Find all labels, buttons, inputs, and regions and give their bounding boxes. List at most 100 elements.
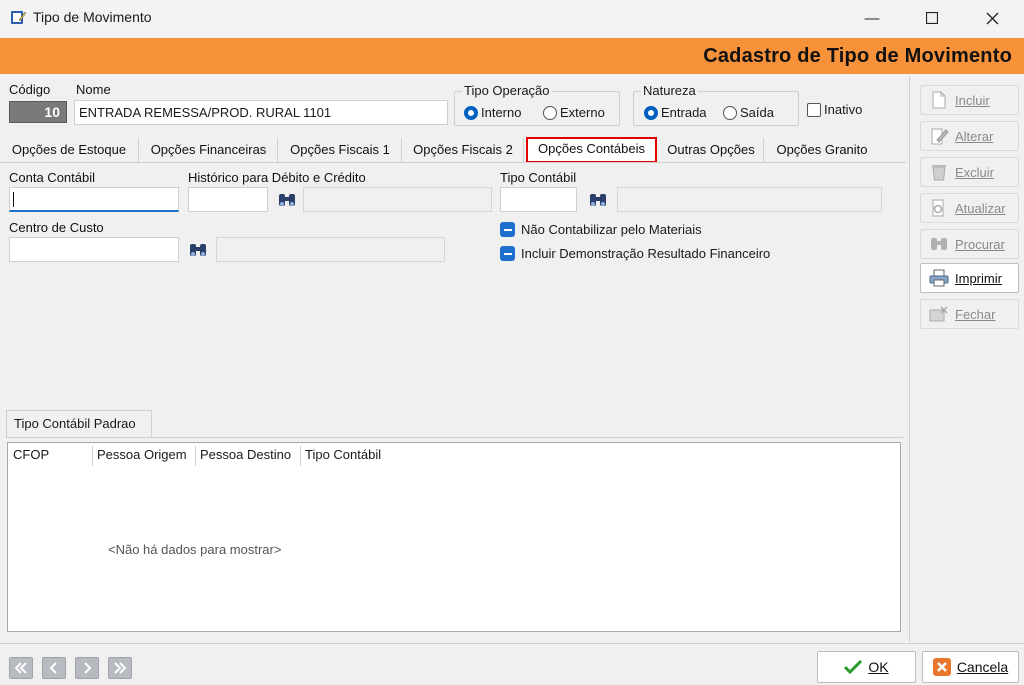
centro-custo-input[interactable] bbox=[9, 237, 179, 262]
natureza-title: Natureza bbox=[641, 83, 698, 98]
imprimir-button[interactable]: Imprimir bbox=[920, 263, 1019, 293]
incluir-demonstracao-checkbox[interactable]: Incluir Demonstração Resultado Financeir… bbox=[500, 246, 770, 261]
window-title: Tipo de Movimento bbox=[33, 9, 152, 25]
atualizar-label: Atualizar bbox=[955, 200, 1006, 216]
tab-divider bbox=[0, 162, 906, 163]
next-record-icon bbox=[84, 662, 92, 674]
tipo-contabil-code-input[interactable] bbox=[500, 187, 577, 212]
tab-opcoes-estoque[interactable]: Opções de Estoque bbox=[0, 138, 139, 162]
radio-entrada-label: Entrada bbox=[661, 105, 707, 120]
minimize-button[interactable]: — bbox=[842, 0, 902, 36]
tab-outras-opcoes[interactable]: Outras Opções bbox=[659, 138, 764, 162]
incluir-label: Incluir bbox=[955, 92, 990, 108]
ok-label: OK bbox=[868, 659, 889, 675]
fechar-label: Fechar bbox=[955, 306, 996, 322]
maximize-button[interactable] bbox=[902, 0, 962, 36]
grid-tab-tipo-contabil-padrao[interactable]: Tipo Contábil Padrao bbox=[6, 410, 152, 438]
form-title: Cadastro de Tipo de Movimento bbox=[703, 45, 1012, 67]
incluir-demonstracao-label: Incluir Demonstração Resultado Financeir… bbox=[521, 246, 771, 261]
maximize-icon bbox=[926, 12, 938, 24]
checkmark-icon bbox=[844, 660, 863, 674]
binoculars-icon[interactable] bbox=[277, 191, 297, 209]
data-grid[interactable] bbox=[7, 442, 901, 632]
nao-contabilizar-label: Não Contabilizar pelo Materiais bbox=[521, 222, 702, 237]
radio-externo[interactable]: Externo bbox=[543, 105, 605, 120]
column-header-pessoa-destino[interactable]: Pessoa Destino bbox=[196, 446, 301, 466]
minimize-icon: — bbox=[864, 9, 880, 27]
inativo-checkbox[interactable]: Inativo bbox=[807, 102, 862, 117]
binoculars-icon[interactable] bbox=[588, 191, 608, 209]
radio-externo-indicator bbox=[543, 105, 557, 120]
tab-opcoes-contabeis[interactable]: Opções Contábeis bbox=[526, 137, 657, 163]
first-record-button[interactable] bbox=[9, 657, 33, 679]
codigo-label: Código bbox=[9, 82, 51, 97]
column-header-cfop[interactable]: CFOP bbox=[9, 446, 93, 466]
close-icon bbox=[986, 12, 998, 24]
tab-opcoes-granito[interactable]: Opções Granito bbox=[765, 138, 879, 162]
procurar-button[interactable]: Procurar bbox=[920, 229, 1019, 259]
historico-label: Histórico para Débito e Crédito bbox=[188, 170, 366, 185]
radio-interno[interactable]: Interno bbox=[464, 105, 521, 120]
refresh-document-icon bbox=[932, 199, 944, 217]
radio-saida[interactable]: Saída bbox=[723, 105, 774, 120]
radio-entrada-indicator bbox=[644, 105, 658, 120]
alterar-label: Alterar bbox=[955, 128, 994, 144]
radio-saida-label: Saída bbox=[740, 105, 774, 120]
alterar-button[interactable]: Alterar bbox=[920, 121, 1019, 151]
codigo-field[interactable]: 10 bbox=[9, 101, 67, 123]
next-record-button[interactable] bbox=[75, 657, 99, 679]
tab-opcoes-financeiras[interactable]: Opções Financeiras bbox=[140, 138, 278, 162]
inativo-checkbox-box bbox=[807, 102, 821, 117]
tipo-operacao-title: Tipo Operação bbox=[462, 83, 552, 98]
cancel-label: Cancela bbox=[956, 659, 1009, 675]
nome-label: Nome bbox=[76, 82, 111, 97]
grid-tab-line bbox=[6, 437, 903, 438]
tipo-contabil-label: Tipo Contábil bbox=[500, 170, 577, 185]
historico-code-input[interactable] bbox=[188, 187, 268, 212]
centro-custo-label: Centro de Custo bbox=[9, 220, 104, 235]
last-record-button[interactable] bbox=[108, 657, 132, 679]
radio-interno-indicator bbox=[464, 105, 478, 120]
historico-description-field bbox=[303, 187, 492, 212]
fechar-button[interactable]: Fechar bbox=[920, 299, 1019, 329]
grid-empty-message: <Não há dados para mostrar> bbox=[108, 542, 282, 557]
new-document-icon bbox=[932, 91, 946, 109]
close-button[interactable] bbox=[962, 0, 1022, 36]
previous-record-button[interactable] bbox=[42, 657, 66, 679]
tipo-contabil-description-field bbox=[617, 187, 882, 212]
excluir-label: Excluir bbox=[955, 164, 995, 180]
column-header-pessoa-origem[interactable]: Pessoa Origem bbox=[93, 446, 196, 466]
printer-icon bbox=[929, 269, 949, 287]
sidebar-divider bbox=[909, 76, 910, 642]
tab-opcoes-fiscais-1[interactable]: Opções Fiscais 1 bbox=[279, 138, 402, 162]
column-header-tipo-contabil[interactable]: Tipo Contábil bbox=[301, 446, 401, 466]
cancel-button[interactable]: Cancela bbox=[922, 651, 1019, 683]
conta-contabil-input[interactable] bbox=[9, 187, 179, 212]
text-caret bbox=[13, 192, 14, 207]
centro-custo-description-field bbox=[216, 237, 445, 262]
radio-externo-label: Externo bbox=[560, 105, 605, 120]
excluir-button[interactable]: Excluir bbox=[920, 157, 1019, 187]
trash-icon bbox=[932, 165, 946, 181]
atualizar-button[interactable]: Atualizar bbox=[920, 193, 1019, 223]
previous-record-icon bbox=[49, 662, 57, 674]
ok-button[interactable]: OK bbox=[817, 651, 916, 683]
radio-entrada[interactable]: Entrada bbox=[644, 105, 707, 120]
incluir-button[interactable]: Incluir bbox=[920, 85, 1019, 115]
tab-opcoes-fiscais-2[interactable]: Opções Fiscais 2 bbox=[403, 138, 524, 162]
incluir-demonstracao-check-indicator bbox=[500, 246, 515, 261]
footer-divider bbox=[0, 643, 1024, 644]
nome-input[interactable]: ENTRADA REMESSA/PROD. RURAL 1101 bbox=[74, 100, 448, 125]
radio-saida-indicator bbox=[723, 105, 737, 120]
nao-contabilizar-check-indicator bbox=[500, 222, 515, 237]
radio-interno-label: Interno bbox=[481, 105, 522, 120]
close-form-icon bbox=[929, 306, 948, 322]
form-header: Cadastro de Tipo de Movimento bbox=[0, 38, 1024, 74]
nao-contabilizar-checkbox[interactable]: Não Contabilizar pelo Materiais bbox=[500, 222, 702, 237]
app-icon bbox=[11, 11, 26, 24]
binoculars-icon bbox=[931, 238, 947, 250]
binoculars-icon[interactable] bbox=[188, 241, 208, 259]
cancel-icon bbox=[932, 658, 951, 676]
last-record-icon bbox=[114, 662, 127, 674]
edit-document-icon bbox=[931, 128, 949, 145]
